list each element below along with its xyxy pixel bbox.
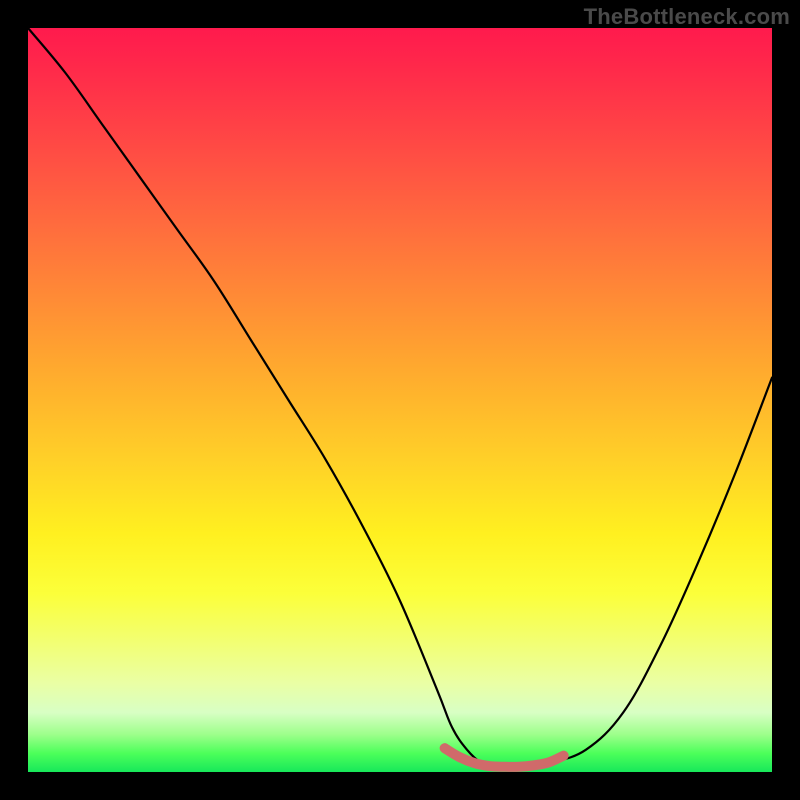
- chart-svg: [28, 28, 772, 772]
- chart-frame: TheBottleneck.com: [0, 0, 800, 800]
- watermark-text: TheBottleneck.com: [584, 4, 790, 30]
- bottom-highlight: [445, 748, 564, 767]
- bottleneck-curve: [28, 28, 772, 767]
- plot-area: [28, 28, 772, 772]
